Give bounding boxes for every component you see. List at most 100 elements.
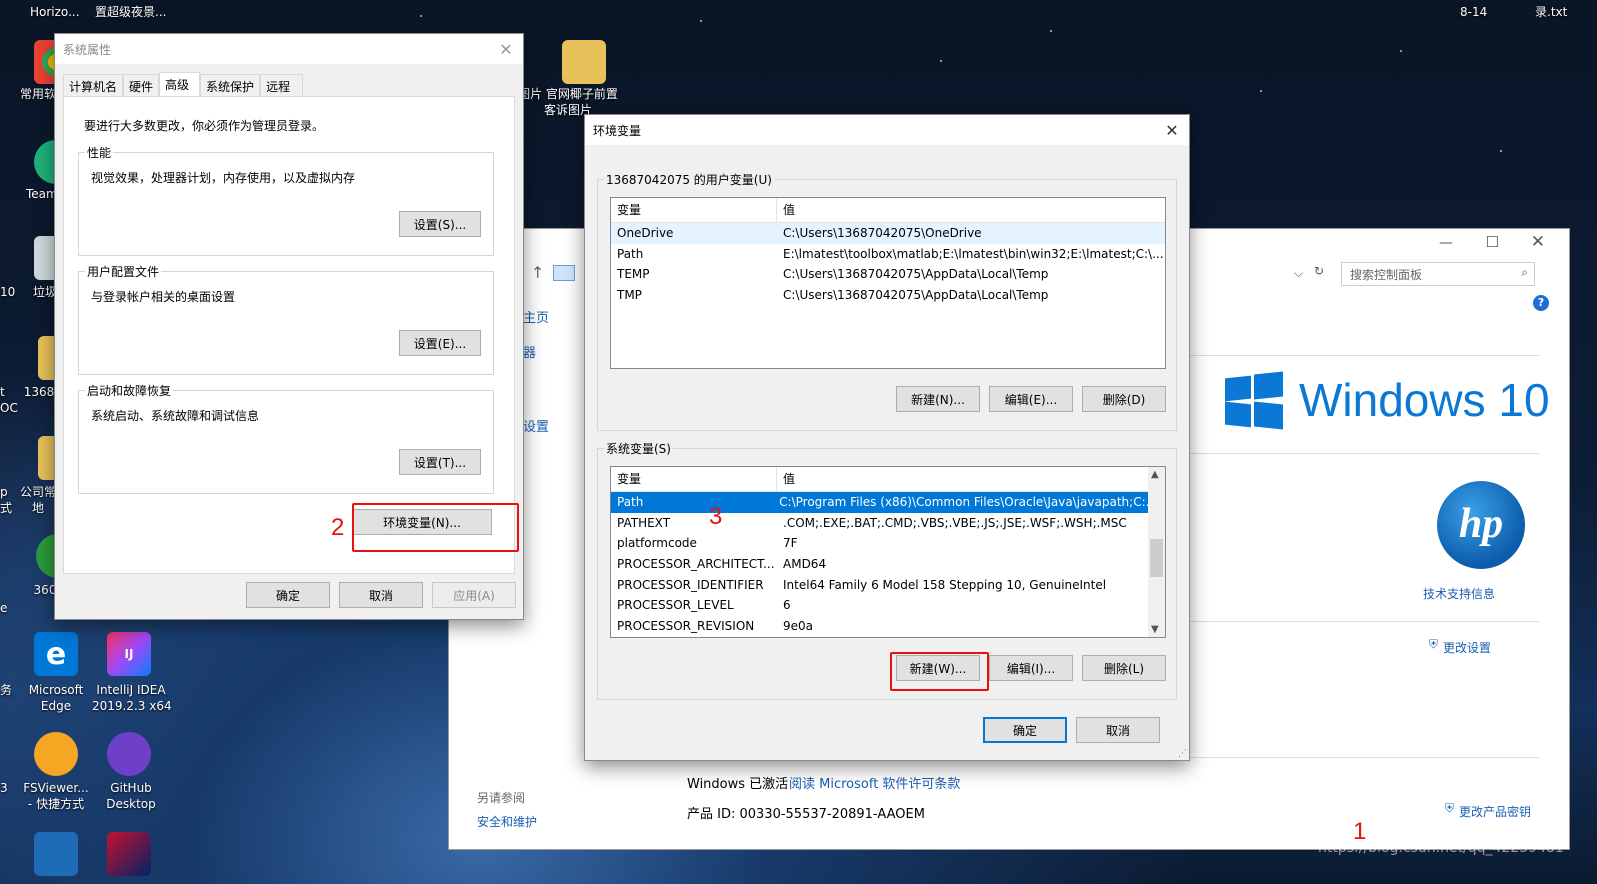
var-value: C:\Users\13687042075\OneDrive — [783, 226, 982, 240]
cancel-button[interactable]: 取消 — [1076, 717, 1160, 743]
tab-system-protection[interactable]: 系统保护 — [200, 74, 261, 96]
table-header: 变量 值 — [611, 467, 1148, 492]
ok-button[interactable]: 确定 — [246, 582, 330, 608]
var-value: C:\Program Files (x86)\Common Files\Orac… — [779, 495, 1148, 509]
watermark: https://blog.csdn.net/qq_42239481 — [1318, 840, 1564, 856]
column-header-value[interactable]: 值 — [777, 198, 795, 222]
var-value: C:\Users\13687042075\AppData\Local\Temp — [783, 288, 1049, 303]
group-title: 启动和故障恢复 — [85, 382, 174, 399]
search-icon: ⌕ — [1521, 265, 1528, 279]
var-name: PROCESSOR_ARCHITECT... — [617, 557, 775, 572]
user-new-button[interactable]: 新建(N)... — [896, 386, 980, 412]
table-row[interactable]: PATHEXT .COM;.EXE;.BAT;.CMD;.VBS;.VBE;.JS… — [611, 513, 1148, 534]
github-desktop-icon[interactable] — [107, 732, 151, 776]
vscode-icon[interactable] — [34, 832, 78, 876]
var-value: C:\Users\13687042075\AppData\Local\Temp — [783, 267, 1049, 282]
shield-icon: ⛨ — [1445, 801, 1455, 815]
admin-note: 要进行大多数更改，你必须作为管理员登录。 — [84, 119, 325, 133]
change-key-link[interactable]: 更改产品密钥 — [1459, 803, 1531, 820]
minimize-icon[interactable]: — — [1439, 235, 1453, 251]
vertical-scrollbar[interactable]: ▲ ▼ — [1148, 467, 1165, 637]
sysprops-title: 系统属性 — [63, 42, 112, 57]
cp-nav-link[interactable]: 器 — [523, 342, 536, 361]
close-icon[interactable]: ✕ — [1155, 115, 1189, 145]
up-arrow-icon[interactable]: ↑ — [531, 263, 544, 282]
desktop-top-text[interactable]: Horizo... — [30, 4, 80, 20]
scrollbar-thumb[interactable] — [1150, 539, 1163, 577]
desktop-top-text[interactable]: 录.txt — [1535, 4, 1567, 20]
table-row[interactable]: PROCESSOR_REVISION 9e0a — [611, 616, 1148, 637]
user-variables-group: 13687042075 的用户变量(U) 变量 值 OneDrive C:\Use… — [597, 171, 1177, 431]
cp-search-box[interactable]: 搜索控制面板 ⌕ — [1341, 262, 1535, 286]
intellij-icon[interactable]: IJ — [107, 632, 151, 676]
resize-grip-icon[interactable]: ⋰ — [1178, 749, 1187, 759]
close-icon[interactable]: ✕ — [1531, 232, 1545, 252]
cp-nav-link[interactable]: 主页 — [523, 307, 549, 326]
environment-variables-dialog: 环境变量 ✕ 13687042075 的用户变量(U) 变量 值 OneDriv… — [584, 114, 1190, 761]
system-delete-button[interactable]: 删除(L) — [1082, 655, 1166, 681]
system-variables-table: 变量 值 Path C:\Program Files (x86)\Common F… — [610, 466, 1166, 638]
desktop-top-text[interactable]: 8-14 — [1460, 4, 1487, 20]
envvars-titlebar: 环境变量 ✕ — [585, 115, 1189, 145]
group-desc: 系统启动、系统故障和调试信息 — [91, 409, 260, 423]
table-row[interactable]: platformcode 7F — [611, 533, 1148, 554]
chevron-down-icon[interactable]: ⌵ — [1294, 266, 1303, 281]
folder-icon[interactable] — [562, 40, 606, 84]
cancel-button[interactable]: 取消 — [339, 582, 423, 608]
fsviewer-icon[interactable] — [34, 732, 78, 776]
scroll-up-icon[interactable]: ▲ — [1151, 469, 1159, 480]
tab-advanced[interactable]: 高级 — [159, 72, 201, 96]
var-value: .COM;.EXE;.BAT;.CMD;.VBS;.VBE;.JS;.JSE;.… — [783, 515, 1127, 530]
annotation-box — [352, 503, 519, 552]
column-header-variable[interactable]: 变量 — [611, 198, 777, 222]
refresh-icon[interactable]: ↻ — [1314, 264, 1324, 278]
profile-settings-button[interactable]: 设置(E)... — [399, 330, 481, 356]
system-edit-button[interactable]: 编辑(I)... — [989, 655, 1073, 681]
sysprops-tabs: 计算机名 硬件 高级 系统保护 远程 — [63, 72, 304, 96]
table-row-selected[interactable]: Path C:\Program Files (x86)\Common Files\… — [611, 492, 1148, 513]
app-icon[interactable] — [107, 832, 151, 876]
startup-settings-button[interactable]: 设置(T)... — [399, 449, 481, 475]
tab-computer-name[interactable]: 计算机名 — [63, 74, 124, 96]
desktop-fragment: p — [0, 485, 8, 499]
table-row[interactable]: OneDrive C:\Users\13687042075\OneDrive — [611, 223, 1165, 244]
help-icon[interactable]: ? — [1533, 295, 1549, 311]
apply-button[interactable]: 应用(A) — [432, 582, 516, 608]
desktop-top-text[interactable]: 置超级夜景... — [95, 4, 166, 20]
close-icon[interactable]: ✕ — [489, 34, 523, 64]
security-link[interactable]: 安全和维护 — [477, 813, 537, 830]
table-row[interactable]: PROCESSOR_LEVEL 6 — [611, 595, 1148, 616]
cp-nav-link[interactable]: 设置 — [523, 416, 549, 435]
desktop-icon-label: IntelliJ IDEA 2019.2.3 x64 — [92, 683, 172, 713]
ok-button[interactable]: 确定 — [983, 717, 1067, 743]
table-row[interactable]: PROCESSOR_ARCHITECT... AMD64 — [611, 554, 1148, 575]
support-info-link[interactable]: 技术支持信息 — [1423, 585, 1495, 602]
var-value: E:\lmatest\toolbox\matlab;E:\lmatest\bin… — [783, 246, 1164, 261]
table-row[interactable]: TEMP C:\Users\13687042075\AppData\Local\T… — [611, 264, 1165, 285]
performance-settings-button[interactable]: 设置(S)... — [399, 211, 481, 237]
column-header-value[interactable]: 值 — [777, 467, 795, 491]
desktop-fragment: OC — [0, 401, 18, 415]
maximize-icon[interactable]: ☐ — [1486, 233, 1499, 251]
tab-remote[interactable]: 远程 — [260, 74, 304, 96]
tab-hardware[interactable]: 硬件 — [123, 74, 160, 96]
table-row[interactable]: PROCESSOR_IDENTIFIER Intel64 Family 6 Mod… — [611, 575, 1148, 596]
scroll-down-icon[interactable]: ▼ — [1151, 624, 1159, 635]
group-desc: 视觉效果，处理器计划，内存使用，以及虚拟内存 — [91, 171, 356, 185]
desktop-icon-label: 1368 — [23, 385, 55, 399]
table-row[interactable]: Path E:\lmatest\toolbox\matlab;E:\lmatest… — [611, 244, 1165, 265]
column-header-variable[interactable]: 变量 — [611, 467, 777, 491]
change-settings-link[interactable]: 更改设置 — [1443, 639, 1491, 656]
edge-icon[interactable]: e — [34, 632, 78, 676]
annotation-number-2: 2 — [331, 514, 345, 541]
user-profile-group: 用户配置文件 与登录帐户相关的桌面设置 设置(E)... — [78, 263, 494, 375]
desktop-fragment: 10 — [0, 285, 16, 299]
license-link[interactable]: 阅读 Microsoft 软件许可条款 — [789, 773, 960, 792]
var-name: PROCESSOR_REVISION — [617, 619, 755, 634]
var-name: PROCESSOR_LEVEL — [617, 598, 734, 613]
group-title: 系统变量(S) — [604, 440, 673, 457]
table-row[interactable]: TMP C:\Users\13687042075\AppData\Local\Te… — [611, 285, 1165, 306]
table-header: 变量 值 — [611, 198, 1165, 223]
user-delete-button[interactable]: 删除(D) — [1082, 386, 1166, 412]
user-edit-button[interactable]: 编辑(E)... — [989, 386, 1073, 412]
